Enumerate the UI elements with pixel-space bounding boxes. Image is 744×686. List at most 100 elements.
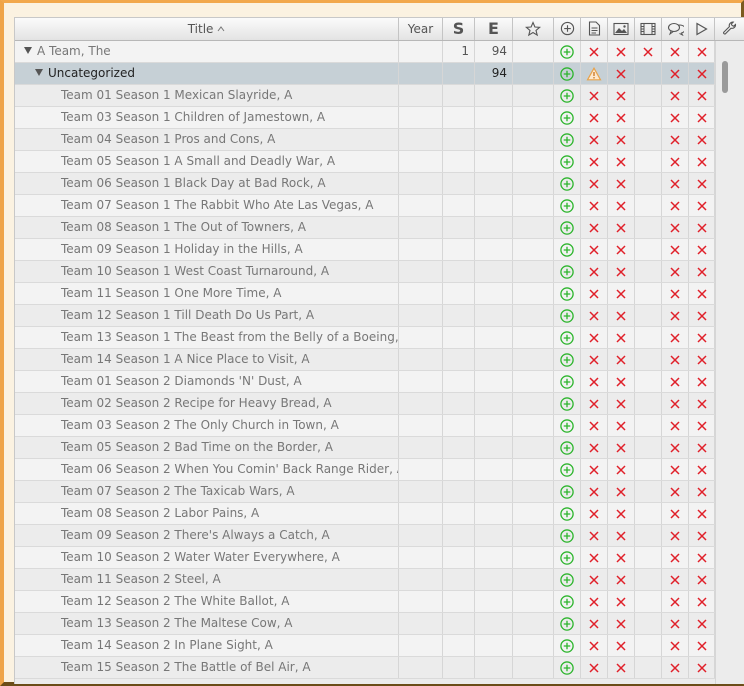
- status-cell[interactable]: [554, 283, 581, 304]
- expand-triangle-icon[interactable]: [24, 47, 32, 54]
- status-cell[interactable]: [662, 129, 689, 150]
- column-header-document[interactable]: [581, 18, 608, 40]
- status-cell[interactable]: [581, 459, 608, 480]
- status-cell[interactable]: [554, 261, 581, 282]
- status-cell[interactable]: [635, 151, 662, 172]
- status-cell[interactable]: [635, 239, 662, 260]
- status-cell[interactable]: [608, 283, 635, 304]
- status-cell[interactable]: [554, 503, 581, 524]
- status-cell[interactable]: [635, 459, 662, 480]
- status-cell[interactable]: [581, 503, 608, 524]
- status-cell[interactable]: [554, 305, 581, 326]
- table-row[interactable]: Team 12 Season 1 Till Death Do Us Part, …: [15, 305, 715, 327]
- table-row[interactable]: Team 15 Season 2 The Battle of Bel Air, …: [15, 657, 715, 679]
- status-cell[interactable]: [689, 327, 715, 348]
- status-cell[interactable]: [608, 63, 635, 84]
- favorite-cell[interactable]: [513, 195, 554, 216]
- status-cell[interactable]: [554, 129, 581, 150]
- status-cell[interactable]: [608, 107, 635, 128]
- status-cell[interactable]: [689, 613, 715, 634]
- status-cell[interactable]: [662, 657, 689, 678]
- status-cell[interactable]: [635, 85, 662, 106]
- status-cell[interactable]: [581, 569, 608, 590]
- status-cell[interactable]: [608, 569, 635, 590]
- status-cell[interactable]: [608, 195, 635, 216]
- table-row[interactable]: Team 08 Season 2 Labor Pains, A: [15, 503, 715, 525]
- table-row[interactable]: Team 11 Season 2 Steel, A: [15, 569, 715, 591]
- status-cell[interactable]: [689, 437, 715, 458]
- status-cell[interactable]: [662, 459, 689, 480]
- status-cell[interactable]: [689, 129, 715, 150]
- favorite-cell[interactable]: [513, 63, 554, 84]
- table-row[interactable]: Team 12 Season 2 The White Ballot, A: [15, 591, 715, 613]
- status-cell[interactable]: [689, 283, 715, 304]
- favorite-cell[interactable]: [513, 525, 554, 546]
- column-header-tools[interactable]: [715, 18, 744, 40]
- status-cell[interactable]: [581, 349, 608, 370]
- table-row[interactable]: Team 05 Season 1 A Small and Deadly War,…: [15, 151, 715, 173]
- status-cell[interactable]: [581, 547, 608, 568]
- status-cell[interactable]: [662, 393, 689, 414]
- status-cell[interactable]: [554, 107, 581, 128]
- table-row[interactable]: Team 02 Season 2 Recipe for Heavy Bread,…: [15, 393, 715, 415]
- status-cell[interactable]: [635, 261, 662, 282]
- column-header-year[interactable]: Year: [399, 18, 443, 40]
- status-cell[interactable]: [635, 437, 662, 458]
- status-cell[interactable]: [554, 151, 581, 172]
- favorite-cell[interactable]: [513, 129, 554, 150]
- status-cell[interactable]: [635, 173, 662, 194]
- status-cell[interactable]: [581, 525, 608, 546]
- column-header-title[interactable]: Title: [15, 18, 399, 40]
- status-cell[interactable]: [635, 591, 662, 612]
- status-cell[interactable]: [689, 657, 715, 678]
- favorite-cell[interactable]: [513, 371, 554, 392]
- status-cell[interactable]: [581, 415, 608, 436]
- column-header-add[interactable]: [554, 18, 581, 40]
- status-cell[interactable]: [689, 481, 715, 502]
- status-cell[interactable]: [581, 327, 608, 348]
- table-row[interactable]: Team 05 Season 2 Bad Time on the Border,…: [15, 437, 715, 459]
- status-cell[interactable]: [689, 569, 715, 590]
- table-row[interactable]: Team 11 Season 1 One More Time, A: [15, 283, 715, 305]
- status-cell[interactable]: [608, 151, 635, 172]
- status-cell[interactable]: [662, 437, 689, 458]
- status-cell[interactable]: [581, 305, 608, 326]
- table-row[interactable]: Team 14 Season 2 In Plane Sight, A: [15, 635, 715, 657]
- column-header-favorite[interactable]: [513, 18, 554, 40]
- status-cell[interactable]: [554, 349, 581, 370]
- status-cell[interactable]: [662, 107, 689, 128]
- status-cell[interactable]: [554, 525, 581, 546]
- status-cell[interactable]: [581, 481, 608, 502]
- status-cell[interactable]: [554, 547, 581, 568]
- status-cell[interactable]: [608, 371, 635, 392]
- status-cell[interactable]: [635, 129, 662, 150]
- table-row[interactable]: Team 03 Season 1 Children of Jamestown, …: [15, 107, 715, 129]
- status-cell[interactable]: [554, 239, 581, 260]
- status-cell[interactable]: [635, 41, 662, 62]
- status-cell[interactable]: [635, 525, 662, 546]
- status-cell[interactable]: [635, 283, 662, 304]
- status-cell[interactable]: [662, 261, 689, 282]
- status-cell[interactable]: [554, 481, 581, 502]
- status-cell[interactable]: [689, 239, 715, 260]
- status-cell[interactable]: [689, 217, 715, 238]
- status-cell[interactable]: [662, 173, 689, 194]
- table-row[interactable]: Team 08 Season 1 The Out of Towners, A: [15, 217, 715, 239]
- status-cell[interactable]: [662, 591, 689, 612]
- status-cell[interactable]: [662, 525, 689, 546]
- status-cell[interactable]: [635, 305, 662, 326]
- table-row[interactable]: Team 14 Season 1 A Nice Place to Visit, …: [15, 349, 715, 371]
- status-cell[interactable]: [581, 85, 608, 106]
- status-cell[interactable]: [608, 525, 635, 546]
- favorite-cell[interactable]: [513, 85, 554, 106]
- status-cell[interactable]: [689, 503, 715, 524]
- subgroup-row[interactable]: Uncategorized 94: [15, 63, 715, 85]
- status-cell[interactable]: [662, 613, 689, 634]
- status-cell[interactable]: [554, 63, 581, 84]
- table-row[interactable]: Team 07 Season 2 The Taxicab Wars, A: [15, 481, 715, 503]
- status-cell[interactable]: [581, 41, 608, 62]
- status-cell[interactable]: [662, 239, 689, 260]
- status-cell[interactable]: [608, 217, 635, 238]
- status-cell[interactable]: [689, 41, 715, 62]
- status-cell[interactable]: [554, 437, 581, 458]
